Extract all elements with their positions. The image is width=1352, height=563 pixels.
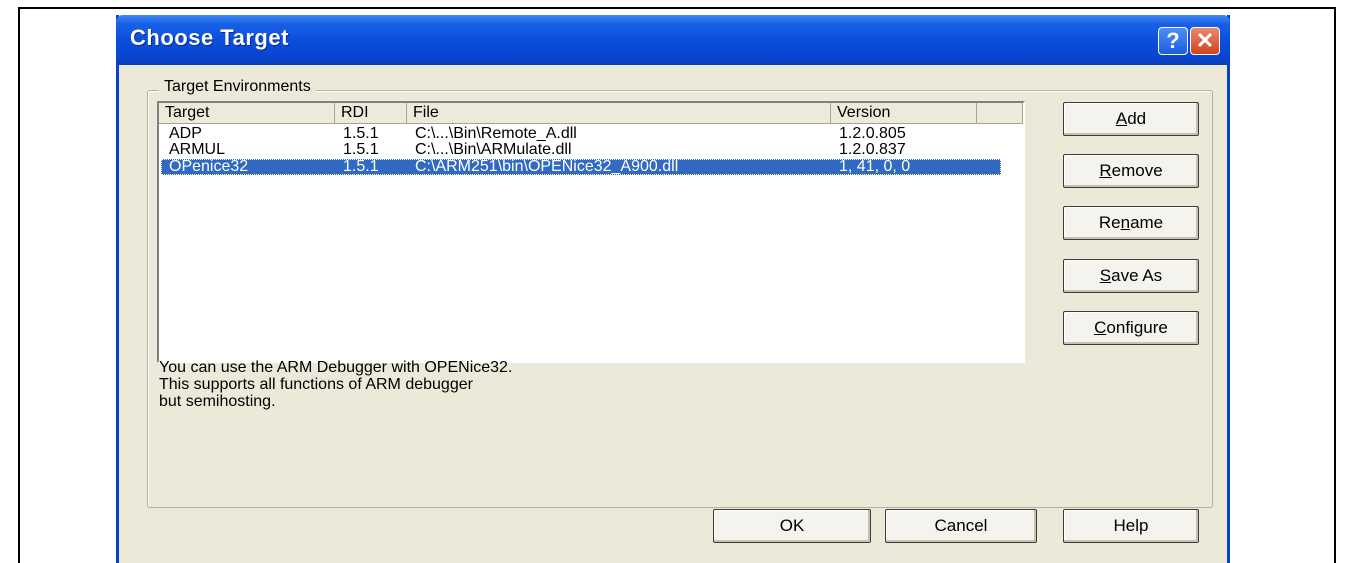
title-bar[interactable]: Choose Target ? ✕ xyxy=(116,15,1230,65)
help-icon[interactable]: ? xyxy=(1158,27,1188,55)
column-header-file[interactable]: File xyxy=(407,103,831,124)
cell-target: ADP xyxy=(169,125,202,142)
column-header-blank xyxy=(977,103,1023,124)
column-header-target[interactable]: Target xyxy=(159,103,335,124)
cell-rdi: 1.5.1 xyxy=(343,141,379,158)
help-button[interactable]: Help xyxy=(1063,509,1199,543)
list-header: Target RDI File Version xyxy=(159,103,1023,124)
target-list[interactable]: Target RDI File Version ADP 1.5.1 C:\...… xyxy=(157,101,1025,363)
cell-file: C:\...\Bin\ARMulate.dll xyxy=(415,141,572,158)
remove-button[interactable]: Remove xyxy=(1063,154,1199,188)
cell-rdi: 1.5.1 xyxy=(343,158,379,175)
description-line: You can use the ARM Debugger with OPENic… xyxy=(159,359,513,376)
save-as-button[interactable]: Save As xyxy=(1063,259,1199,293)
cell-rdi: 1.5.1 xyxy=(343,125,379,142)
cell-version: 1.2.0.805 xyxy=(839,125,906,142)
cell-target: OPenice32 xyxy=(169,158,249,175)
table-row-selected[interactable]: OPenice32 1.5.1 C:\ARM251\bin\OPENice32_… xyxy=(161,159,1001,175)
column-header-rdi[interactable]: RDI xyxy=(335,103,407,124)
ok-button[interactable]: OK xyxy=(713,509,871,543)
close-icon[interactable]: ✕ xyxy=(1190,27,1220,55)
configure-button[interactable]: Configure xyxy=(1063,311,1199,345)
description-line: but semihosting. xyxy=(159,393,276,410)
table-row[interactable]: ARMUL 1.5.1 C:\...\Bin\ARMulate.dll 1.2.… xyxy=(161,142,1001,158)
group-label: Target Environments xyxy=(159,78,316,96)
cell-file: C:\...\Bin\Remote_A.dll xyxy=(415,125,577,142)
frame-right-line xyxy=(1334,7,1336,563)
dialog-title: Choose Target xyxy=(130,25,289,50)
cell-file: C:\ARM251\bin\OPENice32_A900.dll xyxy=(415,158,679,175)
choose-target-dialog: Choose Target ? ✕ Target Environments Ta… xyxy=(116,15,1230,563)
column-header-version[interactable]: Version xyxy=(831,103,977,124)
frame-left-line xyxy=(18,7,20,563)
cell-version: 1, 41, 0, 0 xyxy=(839,158,911,175)
add-button[interactable]: Add xyxy=(1063,102,1199,136)
cell-version: 1.2.0.837 xyxy=(839,141,906,158)
cancel-button[interactable]: Cancel xyxy=(885,509,1037,543)
target-description: You can use the ARM Debugger with OPENic… xyxy=(159,359,679,410)
rename-button[interactable]: Rename xyxy=(1063,206,1199,240)
description-line: This supports all functions of ARM debug… xyxy=(159,376,473,393)
frame-top-line xyxy=(18,7,1336,9)
cell-target: ARMUL xyxy=(169,141,226,158)
table-row[interactable]: ADP 1.5.1 C:\...\Bin\Remote_A.dll 1.2.0.… xyxy=(161,126,1001,142)
